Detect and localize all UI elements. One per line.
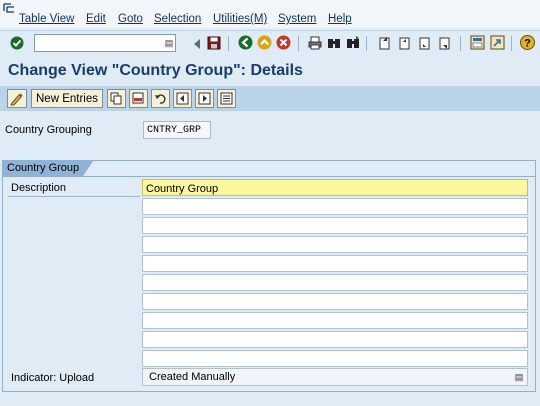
description-field-1[interactable] [142, 179, 528, 196]
undo-icon[interactable] [151, 89, 170, 108]
check-icon[interactable] [8, 34, 25, 51]
dropdown-icon[interactable]: ▤ [164, 37, 174, 49]
description-field-6[interactable] [142, 274, 528, 291]
sap-menu-icon[interactable] [3, 2, 17, 13]
back-icon[interactable] [237, 34, 254, 51]
command-input[interactable] [35, 35, 159, 51]
page-title: Change View "Country Group": Details [8, 62, 303, 79]
description-field-5[interactable] [142, 255, 528, 272]
print-icon[interactable] [306, 34, 323, 51]
save-icon[interactable] [205, 34, 222, 51]
description-field-9[interactable] [142, 331, 528, 348]
description-field-8[interactable] [142, 312, 528, 329]
command-field[interactable]: ▤ [34, 34, 176, 52]
description-field-4[interactable] [142, 236, 528, 253]
find-icon[interactable] [325, 34, 342, 51]
group-header-divider [2, 176, 536, 177]
last-page-icon[interactable] [436, 34, 453, 51]
indicator-upload-select[interactable]: Created Manually ▤ [142, 368, 528, 386]
copy-icon[interactable] [107, 89, 126, 108]
delete-icon[interactable] [129, 89, 148, 108]
exit-icon[interactable] [256, 34, 273, 51]
cancel-icon[interactable] [275, 34, 292, 51]
indicator-upload-label: Indicator: Upload [11, 372, 95, 384]
menu-table-view[interactable]: Table View [19, 13, 74, 25]
display-change-icon[interactable] [7, 89, 27, 108]
svg-text:?: ? [524, 38, 531, 50]
indicator-upload-value: Created Manually [149, 371, 236, 383]
toolbar-separator [511, 36, 512, 51]
toolbar-separator [460, 36, 461, 51]
menu-bar [0, 0, 540, 28]
menu-system[interactable]: System [278, 13, 316, 25]
previous-entry-icon[interactable] [173, 89, 192, 108]
dropdown-icon[interactable]: ▤ [514, 371, 524, 383]
description-field-10[interactable] [142, 350, 528, 367]
description-field-7[interactable] [142, 293, 528, 310]
toolbar-separator [366, 36, 367, 51]
description-label-underline [8, 196, 140, 197]
next-entry-icon[interactable] [195, 89, 214, 108]
menu-edit[interactable]: Edit [86, 13, 106, 25]
new-session-icon[interactable] [469, 34, 486, 51]
menu-selection[interactable]: Selection [154, 13, 201, 25]
description-field-2[interactable] [142, 198, 528, 215]
new-entries-button[interactable]: New Entries [31, 89, 103, 108]
shortcut-icon[interactable] [489, 34, 506, 51]
menu-help[interactable]: Help [328, 13, 352, 25]
previous-page-icon[interactable] [396, 34, 413, 51]
country-grouping-label: Country Grouping [5, 124, 92, 136]
country-grouping-field: CNTRY_GRP [143, 121, 211, 139]
menu-goto[interactable]: Goto [118, 13, 143, 25]
help-icon[interactable]: ? [519, 34, 536, 51]
description-field-3[interactable] [142, 217, 528, 234]
description-label: Description [11, 182, 67, 194]
find-next-icon[interactable] [344, 34, 361, 51]
toolbar-separator [228, 36, 229, 51]
next-page-icon[interactable] [416, 34, 433, 51]
variable-list-icon[interactable] [217, 89, 236, 108]
first-page-icon[interactable] [376, 34, 393, 51]
toolbar-separator [298, 36, 299, 51]
menu-utilities[interactable]: Utilities(M) [213, 13, 267, 25]
history-back-icon[interactable] [188, 35, 205, 52]
group-box-title: Country Group [7, 162, 80, 174]
